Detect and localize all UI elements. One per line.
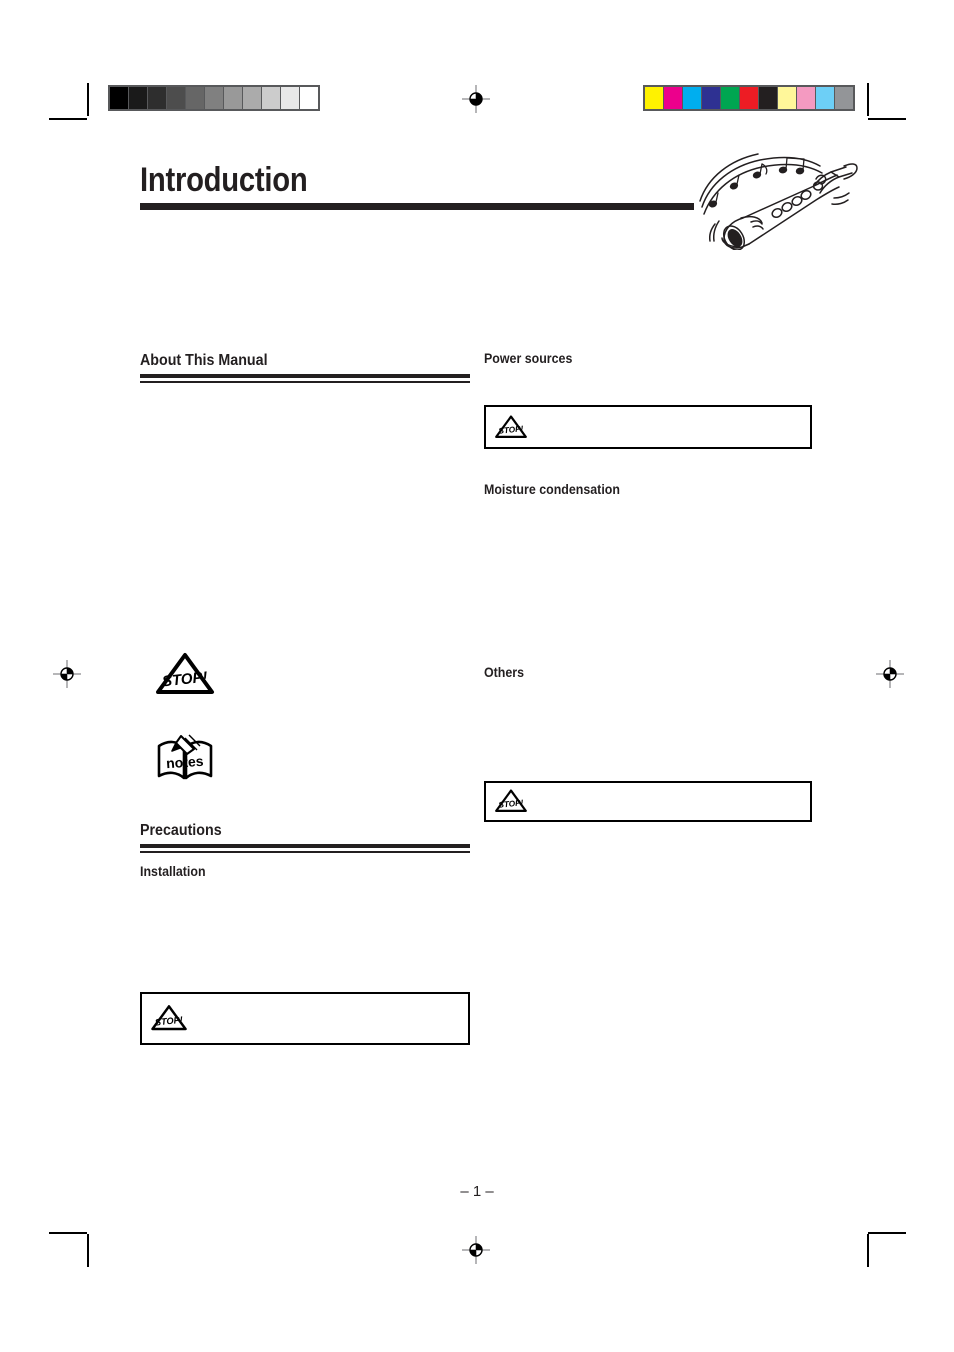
gap-before-moisture bbox=[484, 449, 812, 483]
page-title-rule bbox=[140, 203, 694, 210]
calibration-swatch-3 bbox=[702, 87, 720, 109]
color-calibration-bar bbox=[643, 85, 855, 111]
calibration-swatch-9 bbox=[816, 87, 834, 109]
calibration-swatch-6 bbox=[759, 87, 777, 109]
calibration-swatch-10 bbox=[300, 87, 318, 109]
calibration-swatch-9 bbox=[281, 87, 299, 109]
body-text-installation bbox=[140, 880, 470, 992]
crop-mark-top-right-horizontal bbox=[868, 118, 906, 120]
crop-mark-bottom-left-vertical bbox=[87, 1234, 89, 1267]
stop-icon: STOP! bbox=[151, 1005, 187, 1031]
heading-rule-precautions bbox=[140, 844, 470, 854]
calibration-swatch-7 bbox=[778, 87, 796, 109]
calibration-swatch-8 bbox=[797, 87, 815, 109]
svg-text:notes: notes bbox=[166, 753, 205, 772]
notes-legend-icon: notes bbox=[154, 732, 470, 784]
calibration-swatch-8 bbox=[262, 87, 280, 109]
heading-power-sources: Power sources bbox=[484, 351, 573, 366]
calibration-swatch-7 bbox=[243, 87, 261, 109]
heading-rule-about-this-manual bbox=[140, 374, 470, 384]
gap-between-legend-icons bbox=[140, 697, 470, 732]
stop-icon: STOP! bbox=[495, 415, 527, 438]
crop-mark-top-right-vertical bbox=[867, 83, 869, 116]
crop-mark-bottom-left-horizontal bbox=[49, 1232, 87, 1234]
registration-target-left bbox=[53, 660, 81, 688]
crop-mark-bottom-right-vertical bbox=[867, 1234, 869, 1267]
calibration-swatch-10 bbox=[835, 87, 853, 109]
body-text-about-this-manual bbox=[140, 383, 470, 651]
calibration-swatch-1 bbox=[129, 87, 147, 109]
crop-mark-top-left-horizontal bbox=[49, 118, 87, 120]
heading-others: Others bbox=[484, 664, 525, 680]
crop-mark-bottom-right-horizontal bbox=[868, 1232, 906, 1234]
registration-target-top bbox=[462, 85, 490, 113]
crop-mark-top-left-vertical bbox=[87, 83, 89, 116]
stop-legend-icon: STOP! bbox=[154, 651, 470, 697]
subheading-installation-wrap: Installation bbox=[140, 864, 470, 880]
heading-moisture-condensation: Moisture condensation bbox=[484, 481, 620, 497]
page-title-block: Introduction bbox=[140, 163, 694, 210]
heading-precautions: Precautions bbox=[140, 822, 222, 840]
section-precautions: Precautions bbox=[140, 822, 470, 854]
installation-caution-box: STOP! bbox=[140, 991, 470, 1045]
page-title: Introduction bbox=[140, 161, 308, 199]
grayscale-calibration-bar bbox=[108, 85, 320, 111]
gap-before-precautions bbox=[140, 784, 470, 822]
notes-icon: notes bbox=[157, 734, 213, 780]
registration-target-right bbox=[876, 660, 904, 688]
power-sources-caution-icon-slot: STOP! bbox=[494, 414, 528, 440]
heading-about-this-manual: About This Manual bbox=[140, 352, 268, 369]
stop-icon: STOP! bbox=[495, 789, 527, 812]
calibration-swatch-4 bbox=[721, 87, 739, 109]
calibration-swatch-6 bbox=[224, 87, 242, 109]
right-column: Power sources STOP! Moisture condensatio… bbox=[484, 351, 812, 822]
left-column: About This Manual STOP! notes Precaution… bbox=[140, 352, 470, 1045]
page-number: – 1 – bbox=[460, 1183, 494, 1200]
calibration-swatch-0 bbox=[645, 87, 663, 109]
calibration-swatch-2 bbox=[148, 87, 166, 109]
calibration-swatch-2 bbox=[683, 87, 701, 109]
others-caution-box: STOP! bbox=[484, 780, 812, 822]
calibration-swatch-5 bbox=[205, 87, 223, 109]
others-caution-icon-slot: STOP! bbox=[494, 788, 528, 814]
power-sources-caution-box: STOP! bbox=[484, 404, 812, 449]
registration-target-bottom bbox=[462, 1236, 490, 1264]
calibration-swatch-0 bbox=[110, 87, 128, 109]
calibration-swatch-4 bbox=[186, 87, 204, 109]
body-text-moisture-condensation bbox=[484, 498, 812, 666]
body-text-power-sources bbox=[484, 367, 812, 405]
body-text-others bbox=[484, 681, 812, 781]
section-about-this-manual: About This Manual bbox=[140, 352, 470, 384]
calibration-swatch-5 bbox=[740, 87, 758, 109]
subheading-installation: Installation bbox=[140, 864, 206, 880]
calibration-swatch-3 bbox=[167, 87, 185, 109]
calibration-swatch-1 bbox=[664, 87, 682, 109]
installation-caution-icon-slot: STOP! bbox=[150, 1004, 188, 1033]
stop-icon: STOP! bbox=[156, 653, 214, 695]
saxophone-with-music-notes-icon bbox=[694, 146, 858, 251]
